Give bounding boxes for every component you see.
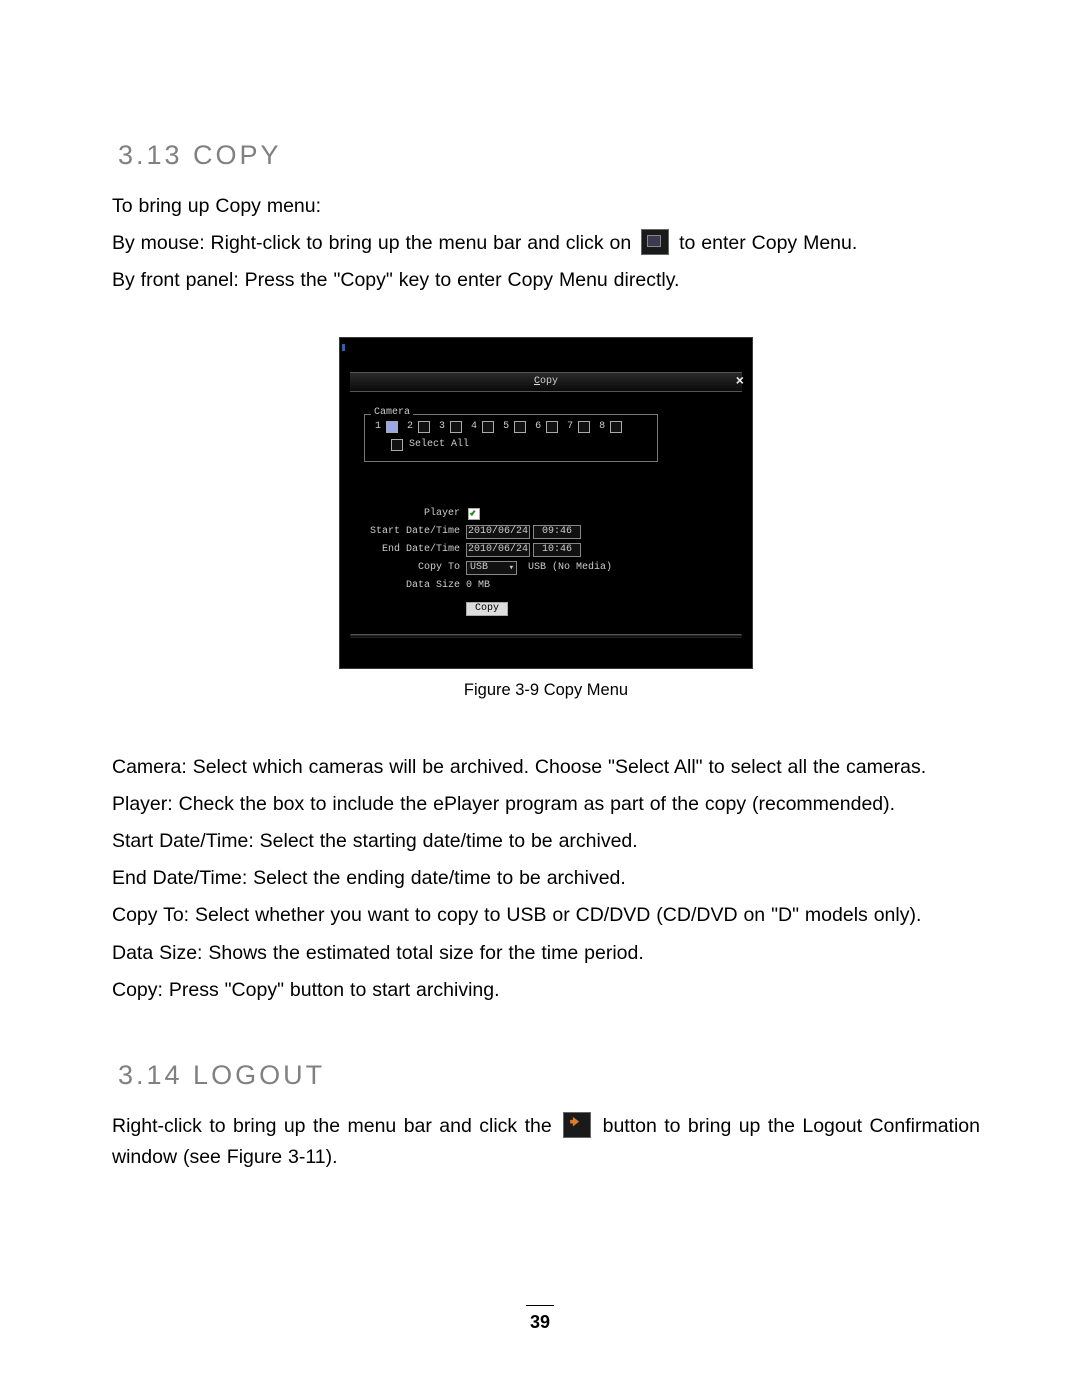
end-time-input[interactable]: 10:46 bbox=[533, 543, 581, 557]
camera-checkbox-row: 1 2 3 4 5 6 7 8 bbox=[375, 421, 649, 433]
camera-fieldset: Camera 1 2 3 4 5 6 7 8 Select All bbox=[364, 414, 658, 462]
end-date-input[interactable]: 2010/06/24 bbox=[466, 543, 530, 557]
size-row: Data Size 0 MB bbox=[364, 578, 752, 594]
logout-text: Right-click to bring up the menu bar and… bbox=[112, 1111, 980, 1173]
window-accent bbox=[342, 344, 345, 351]
def-player: Player: Check the box to include the ePl… bbox=[112, 789, 980, 820]
start-label: Start Date/Time bbox=[364, 526, 466, 537]
def-end: End Date/Time: Select the ending date/ti… bbox=[112, 863, 980, 894]
cam-label-3: 3 bbox=[439, 421, 445, 432]
copy-window-titlebar: Copy × bbox=[350, 372, 742, 392]
copyto-label: Copy To bbox=[364, 562, 466, 573]
copy-intro: To bring up Copy menu: bbox=[112, 191, 980, 222]
select-all-label: Select All bbox=[409, 439, 469, 450]
select-all-checkbox[interactable] bbox=[391, 439, 403, 451]
def-copy: Copy: Press "Copy" button to start archi… bbox=[112, 975, 980, 1006]
copyto-status: USB (No Media) bbox=[528, 562, 612, 573]
figure-caption: Figure 3-9 Copy Menu bbox=[464, 681, 628, 700]
def-size: Data Size: Shows the estimated total siz… bbox=[112, 938, 980, 969]
cam-checkbox-3[interactable] bbox=[450, 421, 462, 433]
figure-copy-menu: Copy × Camera 1 2 3 4 5 6 7 8 Se bbox=[112, 337, 980, 700]
player-row: Player bbox=[364, 506, 752, 522]
copy-by-mouse-b: to enter Copy Menu. bbox=[679, 232, 857, 254]
heading-logout: 3.14 LOGOUT bbox=[118, 1060, 980, 1091]
def-start: Start Date/Time: Select the starting dat… bbox=[112, 826, 980, 857]
cam-checkbox-7[interactable] bbox=[578, 421, 590, 433]
copy-by-panel: By front panel: Press the "Copy" key to … bbox=[112, 265, 980, 296]
definitions: Camera: Select which cameras will be arc… bbox=[112, 752, 980, 1006]
cam-checkbox-2[interactable] bbox=[418, 421, 430, 433]
size-label: Data Size bbox=[364, 580, 466, 591]
def-camera: Camera: Select which cameras will be arc… bbox=[112, 752, 980, 783]
copy-window-title: Copy bbox=[534, 376, 558, 387]
cam-label-7: 7 bbox=[567, 421, 573, 432]
manual-page: 3.13 COPY To bring up Copy menu: By mous… bbox=[0, 0, 1080, 1397]
window-footer-bar bbox=[350, 634, 742, 638]
heading-copy: 3.13 COPY bbox=[118, 140, 980, 171]
cam-checkbox-8[interactable] bbox=[610, 421, 622, 433]
chevron-down-icon: ▾ bbox=[509, 563, 514, 573]
def-copyto: Copy To: Select whether you want to copy… bbox=[112, 900, 980, 931]
copy-menu-icon bbox=[641, 229, 669, 255]
copyto-select[interactable]: USB ▾ bbox=[466, 561, 517, 575]
logout-icon bbox=[563, 1112, 591, 1138]
camera-legend: Camera bbox=[371, 407, 413, 418]
copyto-row: Copy To USB ▾ USB (No Media) bbox=[364, 560, 752, 576]
start-time-input[interactable]: 09:46 bbox=[533, 525, 581, 539]
copy-form: Player Start Date/Time 2010/06/24 09:46 … bbox=[364, 506, 752, 616]
player-label: Player bbox=[364, 508, 466, 519]
cam-label-2: 2 bbox=[407, 421, 413, 432]
copy-by-mouse: By mouse: Right-click to bring up the me… bbox=[112, 228, 980, 259]
end-row: End Date/Time 2010/06/24 10:46 bbox=[364, 542, 752, 558]
select-all-row: Select All bbox=[389, 439, 649, 451]
size-value: 0 MB bbox=[466, 580, 490, 591]
start-date-input[interactable]: 2010/06/24 bbox=[466, 525, 530, 539]
copy-window: Copy × Camera 1 2 3 4 5 6 7 8 Se bbox=[339, 337, 753, 669]
copy-by-mouse-a: By mouse: Right-click to bring up the me… bbox=[112, 232, 637, 254]
cam-label-1: 1 bbox=[375, 421, 381, 432]
copyto-select-value: USB bbox=[470, 562, 488, 573]
cam-checkbox-4[interactable] bbox=[482, 421, 494, 433]
cam-label-4: 4 bbox=[471, 421, 477, 432]
cam-label-6: 6 bbox=[535, 421, 541, 432]
cam-checkbox-6[interactable] bbox=[546, 421, 558, 433]
title-rest: opy bbox=[540, 376, 558, 387]
close-icon[interactable]: × bbox=[736, 374, 744, 390]
logout-text-a: Right-click to bring up the menu bar and… bbox=[112, 1115, 559, 1137]
page-number: 39 bbox=[0, 1305, 1080, 1333]
cam-checkbox-1[interactable] bbox=[386, 421, 398, 433]
start-row: Start Date/Time 2010/06/24 09:46 bbox=[364, 524, 752, 540]
cam-label-8: 8 bbox=[599, 421, 605, 432]
cam-checkbox-5[interactable] bbox=[514, 421, 526, 433]
player-checkbox[interactable] bbox=[468, 508, 480, 520]
copy-button[interactable]: Copy bbox=[466, 602, 508, 616]
end-label: End Date/Time bbox=[364, 544, 466, 555]
cam-label-5: 5 bbox=[503, 421, 509, 432]
